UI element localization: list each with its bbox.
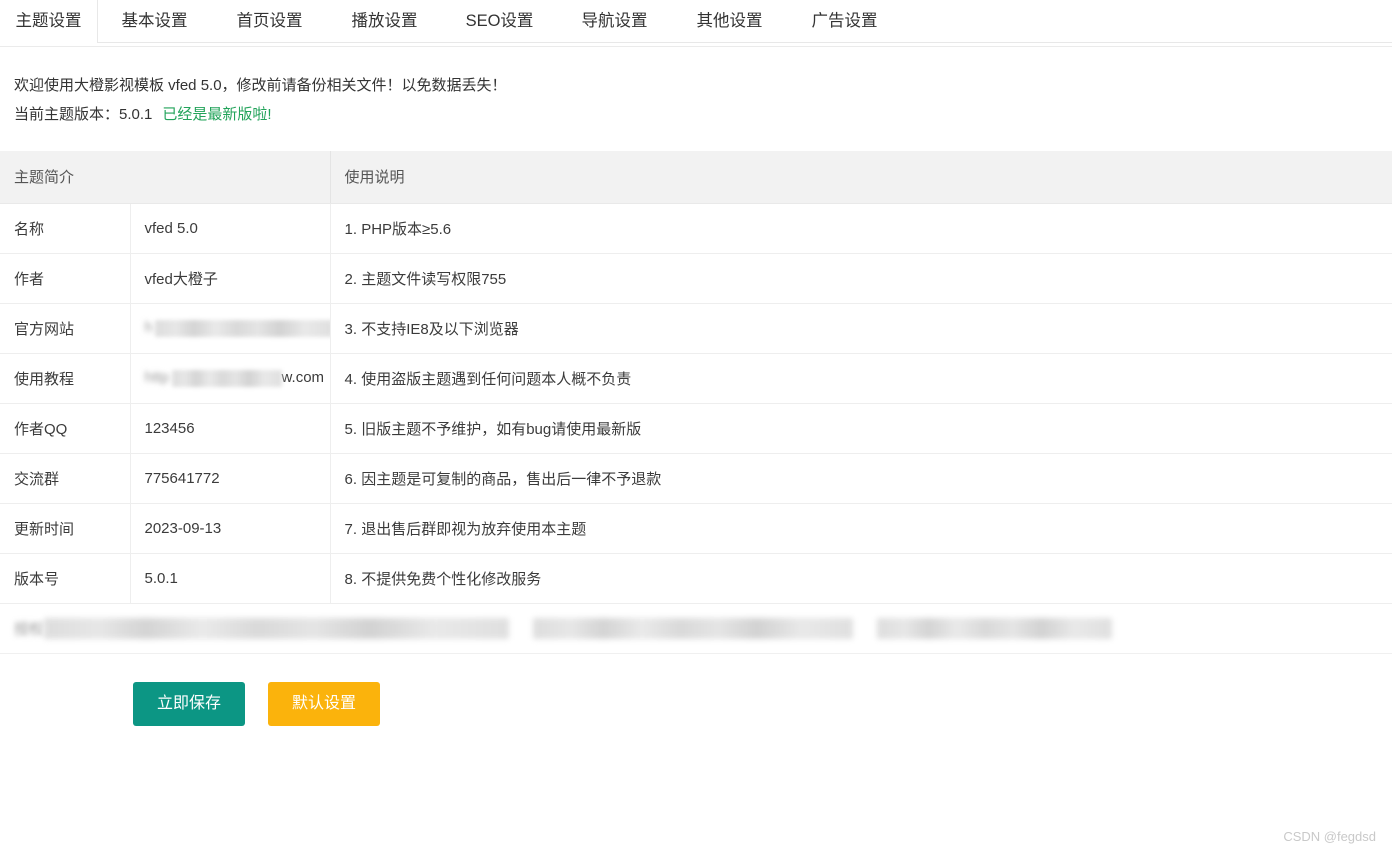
usage-note-cell: 1. PHP版本≥5.6	[330, 203, 1392, 253]
notice-welcome-text: 欢迎使用大橙影视模板 vfed 5.0，修改前请备份相关文件！以免数据丢失！	[14, 77, 507, 94]
info-label-cell: 作者QQ	[0, 403, 130, 453]
tab-home-settings[interactable]: 首页设置	[212, 0, 327, 42]
csdn-watermark: CSDN @fegdsd	[1283, 829, 1376, 844]
info-value-cell: 2023-09-13	[130, 503, 330, 553]
tab-seo-settings[interactable]: SEO设置	[442, 0, 557, 42]
info-label-cell: 名称	[0, 203, 130, 253]
save-button[interactable]: 立即保存	[133, 682, 245, 726]
info-value-cell: 5.0.1	[130, 553, 330, 603]
table-row: 更新时间2023-09-137. 退出售后群即视为放弃使用本主题	[0, 503, 1392, 553]
authorization-cell: 授权	[0, 603, 1392, 653]
tab-bar-underline	[0, 46, 1392, 47]
redacted-authorization-block	[44, 618, 509, 639]
table-row: 版本号5.0.18. 不提供免费个性化修改服务	[0, 553, 1392, 603]
column-header-usage: 使用说明	[330, 151, 1392, 203]
table-row: 使用教程 http w.com 4. 使用盗版主题遇到任何问题本人概不负责	[0, 353, 1392, 403]
tab-ad-settings[interactable]: 广告设置	[787, 0, 902, 42]
info-value-cell: vfed大橙子	[130, 253, 330, 303]
info-label-cell: 版本号	[0, 553, 130, 603]
info-value-cell: vfed 5.0	[130, 203, 330, 253]
tab-theme-settings[interactable]: 主题设置	[0, 0, 97, 42]
table-header-row: 主题简介 使用说明	[0, 151, 1392, 203]
usage-note-cell: 7. 退出售后群即视为放弃使用本主题	[330, 503, 1392, 553]
theme-info-table: 主题简介 使用说明 名称vfed 5.01. PHP版本≥5.6作者vfed大橙…	[0, 151, 1392, 654]
info-value-cell: http w.com	[130, 353, 330, 403]
info-label-cell: 交流群	[0, 453, 130, 503]
tab-basic-settings[interactable]: 基本设置	[97, 0, 212, 42]
redacted-url	[155, 320, 330, 337]
info-label-cell: 作者	[0, 253, 130, 303]
tab-other-settings[interactable]: 其他设置	[672, 0, 787, 42]
info-label-cell: 官方网站	[0, 303, 130, 353]
table-row: 作者QQ1234565. 旧版主题不予维护，如有bug请使用最新版	[0, 403, 1392, 453]
authorization-label: 授权	[14, 618, 44, 639]
redacted-authorization-block	[533, 618, 853, 639]
tab-list: 主题设置基本设置首页设置播放设置SEO设置导航设置其他设置广告设置	[0, 0, 902, 42]
redacted-url	[172, 370, 282, 387]
usage-note-cell: 8. 不提供免费个性化修改服务	[330, 553, 1392, 603]
action-button-bar: 立即保存 默认设置	[0, 682, 1392, 726]
info-value-cell: 775641772	[130, 453, 330, 503]
table-row-authorization: 授权	[0, 603, 1392, 653]
info-label-cell: 更新时间	[0, 503, 130, 553]
info-value-text: h	[145, 319, 153, 336]
usage-note-cell: 6. 因主题是可复制的商品，售出后一律不予退款	[330, 453, 1392, 503]
welcome-notice: 欢迎使用大橙影视模板 vfed 5.0，修改前请备份相关文件！以免数据丢失！ 当…	[0, 47, 1392, 129]
info-value-cell: h	[130, 303, 330, 353]
table-row: 作者vfed大橙子2. 主题文件读写权限755	[0, 253, 1392, 303]
info-value-text: http	[145, 369, 170, 386]
table-row: 名称vfed 5.01. PHP版本≥5.6	[0, 203, 1392, 253]
tab-play-settings[interactable]: 播放设置	[327, 0, 442, 42]
column-header-intro: 主题简介	[0, 151, 330, 203]
latest-version-badge: 已经是最新版啦!	[162, 106, 271, 123]
theme-info-table-wrapper: 主题简介 使用说明 名称vfed 5.01. PHP版本≥5.6作者vfed大橙…	[0, 151, 1392, 654]
info-value-tail: w.com	[282, 369, 325, 386]
notice-version-text: 当前主题版本：5.0.1	[14, 106, 152, 123]
usage-note-cell: 3. 不支持IE8及以下浏览器	[330, 303, 1392, 353]
notice-line-welcome: 欢迎使用大橙影视模板 vfed 5.0，修改前请备份相关文件！以免数据丢失！	[14, 71, 1392, 100]
tab-bar: 主题设置基本设置首页设置播放设置SEO设置导航设置其他设置广告设置	[0, 0, 1392, 47]
usage-note-cell: 5. 旧版主题不予维护，如有bug请使用最新版	[330, 403, 1392, 453]
table-row: 官方网站 h 3. 不支持IE8及以下浏览器	[0, 303, 1392, 353]
usage-note-cell: 4. 使用盗版主题遇到任何问题本人概不负责	[330, 353, 1392, 403]
info-label-cell: 使用教程	[0, 353, 130, 403]
info-value-cell: 123456	[130, 403, 330, 453]
tab-nav-settings[interactable]: 导航设置	[557, 0, 672, 42]
redacted-authorization-block	[877, 618, 1112, 639]
table-row: 交流群7756417726. 因主题是可复制的商品，售出后一律不予退款	[0, 453, 1392, 503]
usage-note-cell: 2. 主题文件读写权限755	[330, 253, 1392, 303]
notice-line-version: 当前主题版本：5.0.1 已经是最新版啦!	[14, 100, 1392, 129]
default-settings-button[interactable]: 默认设置	[268, 682, 380, 726]
